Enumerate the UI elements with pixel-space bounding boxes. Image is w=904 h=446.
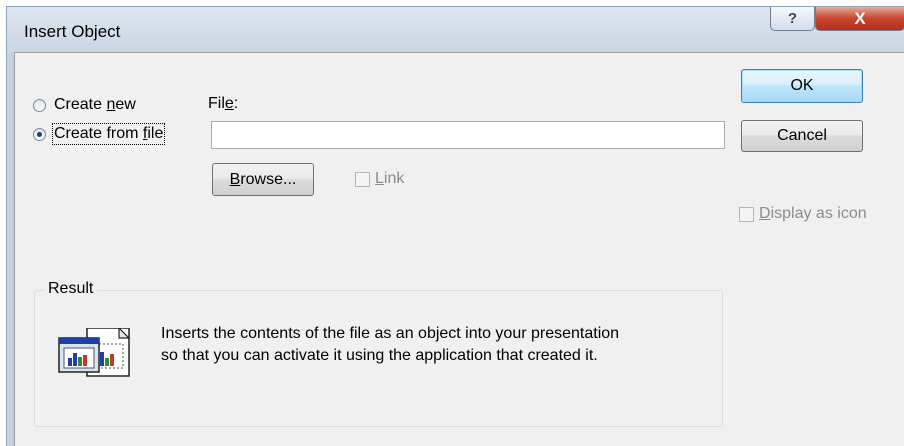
create-from-file-option[interactable]: Create from file — [33, 123, 166, 145]
dialog-client-area: Create new Create from file File: Browse… — [14, 52, 904, 446]
create-new-option[interactable]: Create new — [33, 96, 136, 114]
display-as-icon-checkbox[interactable] — [739, 206, 754, 222]
create-from-file-label: Create from file — [51, 123, 166, 145]
result-description: Inserts the contents of the file as an o… — [161, 323, 721, 367]
title-bar[interactable]: Insert Object ? X — [6, 6, 904, 52]
create-from-file-radio[interactable] — [33, 127, 46, 141]
create-new-label: Create new — [54, 96, 136, 113]
create-new-radio[interactable] — [33, 98, 46, 112]
cancel-button[interactable]: Cancel — [741, 120, 863, 152]
link-option[interactable]: Link — [355, 170, 404, 188]
cancel-label: Cancel — [777, 127, 827, 144]
result-legend: Result — [44, 280, 98, 298]
browse-button[interactable]: Browse... — [212, 163, 314, 196]
file-path-input[interactable] — [211, 121, 725, 149]
embedded-object-icon — [58, 328, 131, 377]
result-line-2: so that you can activate it using the ap… — [161, 347, 598, 364]
file-label: File: — [208, 95, 239, 112]
dialog-title: Insert Object — [24, 22, 121, 41]
result-group: Result Inserts the contents of the file … — [34, 280, 723, 427]
link-label: Link — [375, 170, 405, 187]
display-as-icon-label: Display as icon — [759, 205, 867, 222]
ok-button[interactable]: OK — [741, 69, 863, 103]
help-icon: ? — [787, 10, 798, 27]
help-button[interactable]: ? — [770, 7, 815, 31]
link-checkbox[interactable] — [355, 171, 370, 187]
insert-object-dialog: Insert Object ? X Create new Create from… — [0, 0, 904, 446]
display-as-icon-option[interactable]: Display as icon — [739, 205, 867, 223]
close-icon: X — [854, 8, 866, 28]
browse-label: Browse... — [229, 170, 297, 188]
ok-label: OK — [790, 77, 814, 94]
close-button[interactable]: X — [815, 7, 904, 31]
result-line-1: Inserts the contents of the file as an o… — [161, 325, 620, 342]
